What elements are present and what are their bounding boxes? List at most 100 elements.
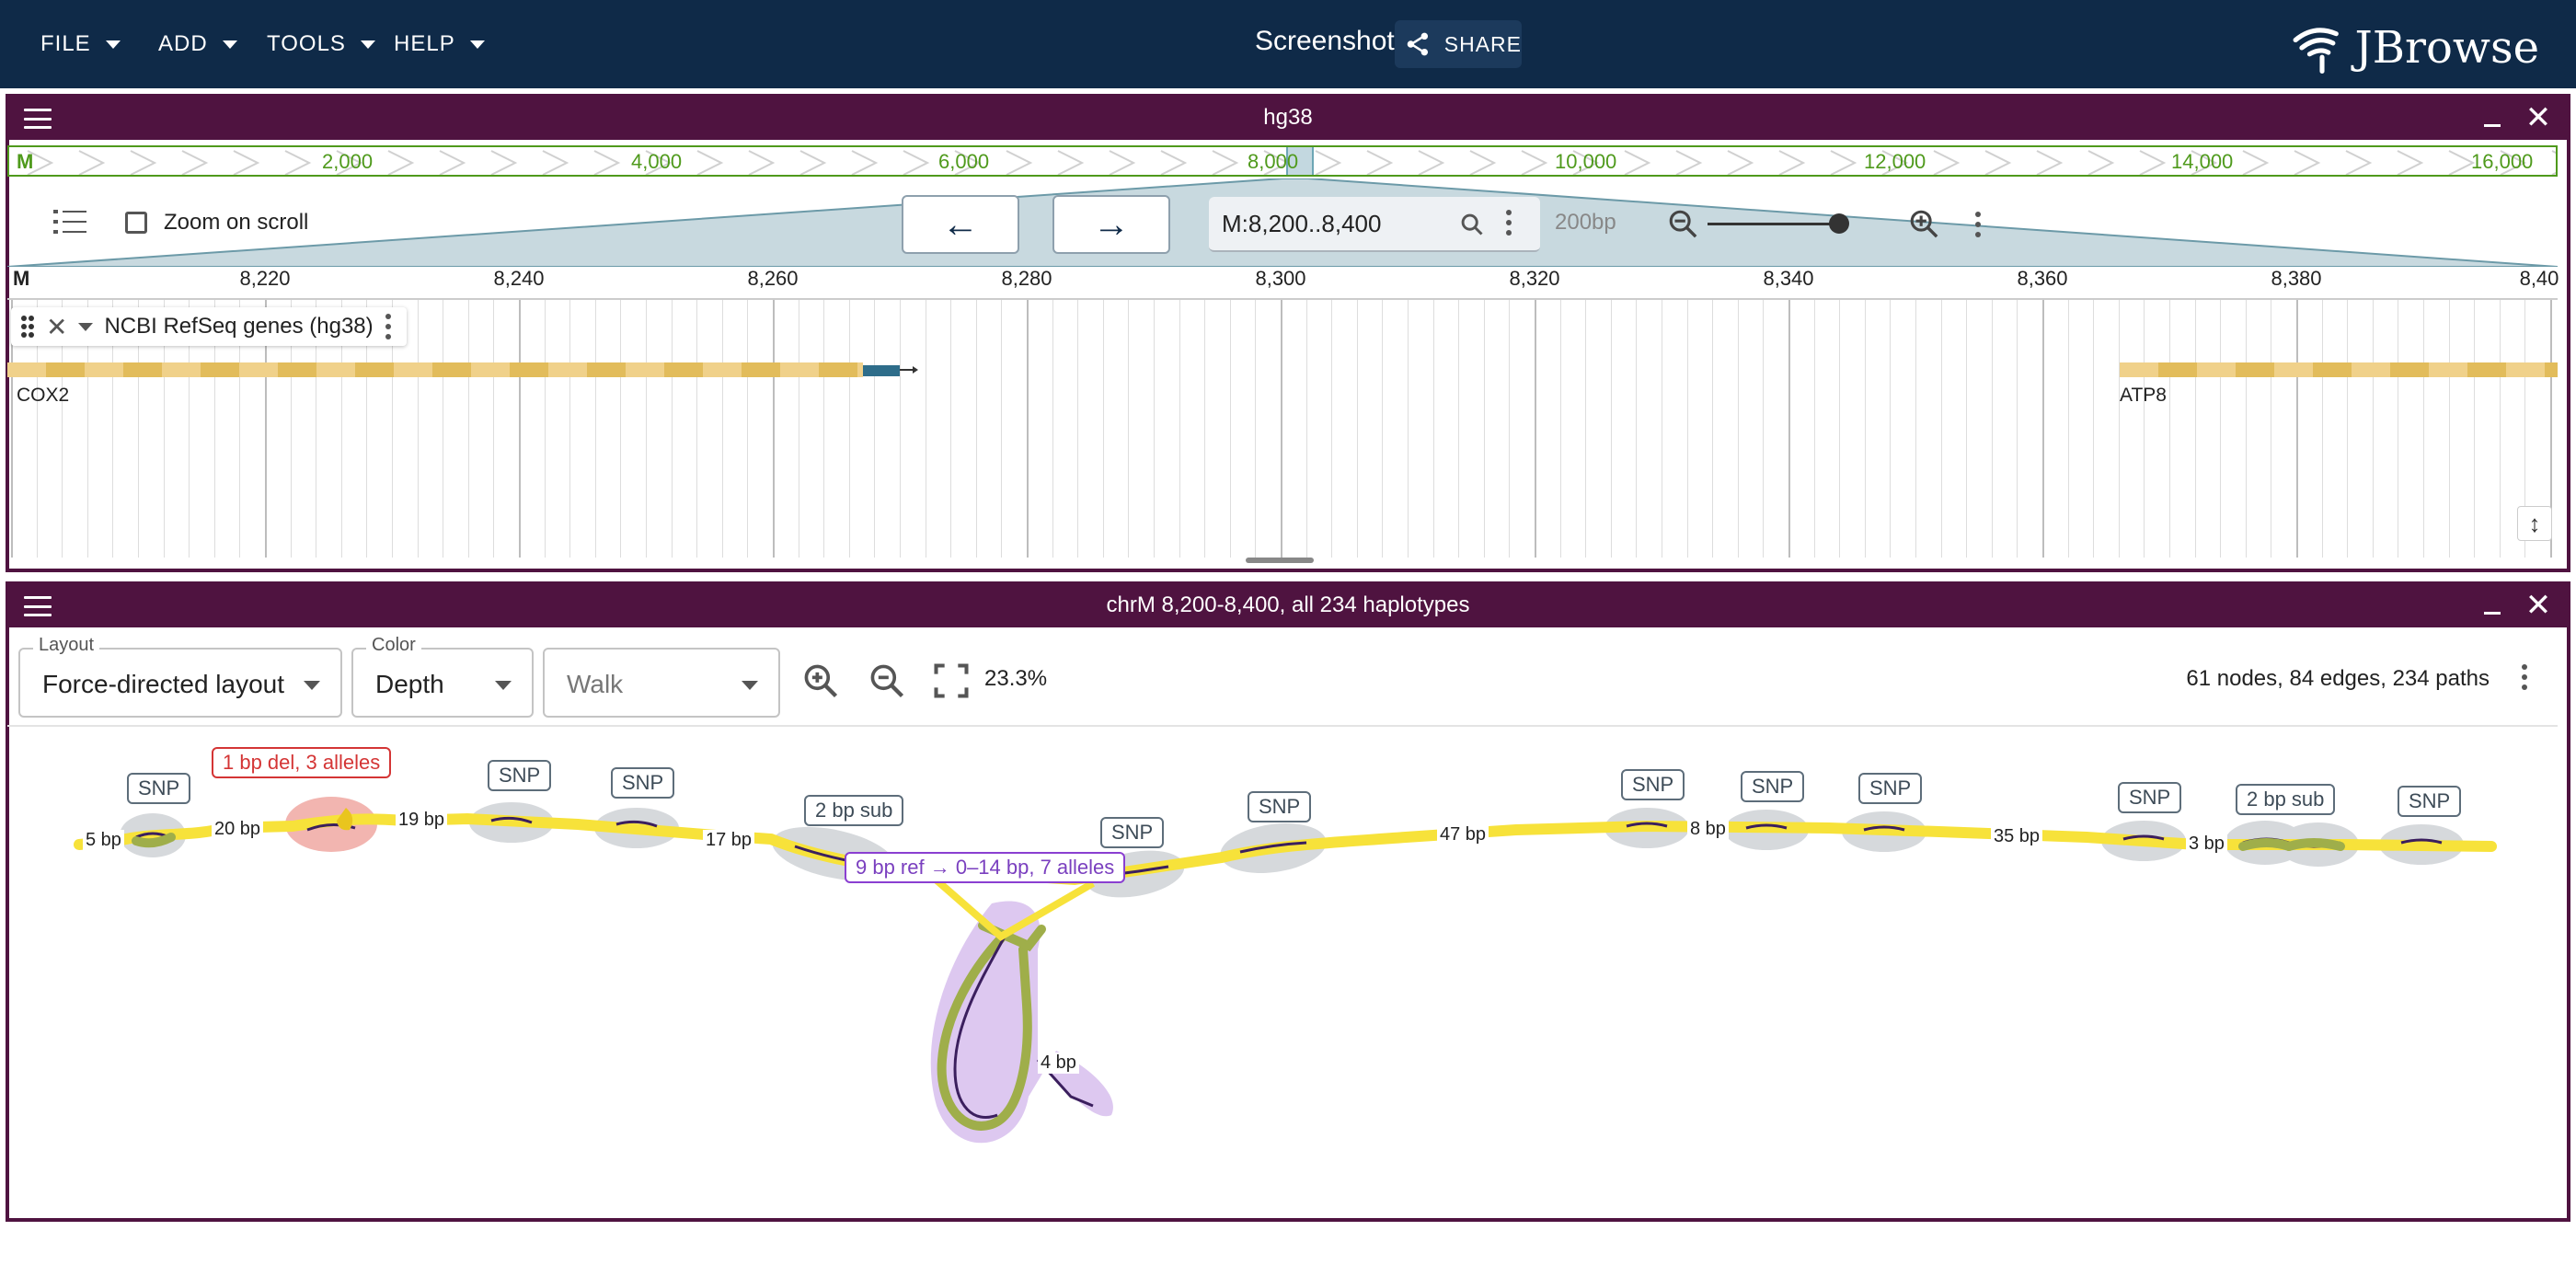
- ruler[interactable]: M 8,220 8,240 8,260 8,280 8,300 8,320 8,…: [7, 267, 2559, 300]
- snp-annotation[interactable]: SNP: [488, 760, 552, 791]
- logo-text: JBrowse: [2354, 22, 2539, 74]
- track-selector-icon[interactable]: [53, 208, 86, 236]
- grid-line: [1636, 300, 1637, 558]
- arrow-left-icon: ←: [942, 203, 979, 245]
- chevron-down-icon: [360, 40, 375, 49]
- zoom-slider-thumb[interactable]: [1829, 213, 1849, 234]
- session-title[interactable]: Screenshot: [1255, 26, 1395, 57]
- more-vert-icon[interactable]: [1505, 210, 1512, 236]
- view-title: hg38: [1263, 105, 1313, 130]
- drag-handle-icon[interactable]: [20, 315, 35, 339]
- add-menu[interactable]: ADD: [158, 26, 237, 63]
- grid-line: [2144, 300, 2145, 558]
- snp-annotation[interactable]: SNP: [2398, 786, 2462, 817]
- zoom-slider-track[interactable]: [1708, 223, 1847, 225]
- insertion-halo: [930, 901, 1113, 1144]
- search-icon[interactable]: [1459, 212, 1485, 237]
- view-header: chrM 8,200-8,400, all 234 haplotypes ✕: [9, 585, 2567, 627]
- more-vert-icon[interactable]: [2521, 664, 2528, 690]
- overview-label: 2,000: [322, 150, 374, 173]
- overview-scalebar[interactable]: M 2,000 4,000 6,000 8,000 10,000 12,000 …: [7, 145, 2558, 177]
- close-icon[interactable]: ✕: [46, 312, 67, 342]
- grid-line: [2068, 300, 2069, 558]
- tools-menu-label: TOOLS: [267, 31, 346, 56]
- gene-feature-cox2[interactable]: [7, 362, 918, 377]
- grid-line: [823, 300, 824, 558]
- close-icon[interactable]: ✕: [2524, 102, 2552, 133]
- minimize-icon[interactable]: [2478, 105, 2506, 132]
- color-legend: Color: [366, 635, 421, 656]
- fit-screen-icon[interactable]: [931, 661, 972, 701]
- zoom-in-icon[interactable]: [800, 661, 841, 701]
- grid-line: [747, 300, 748, 558]
- zoom-out-icon[interactable]: [1667, 208, 1698, 239]
- help-menu[interactable]: HELP: [394, 26, 485, 63]
- grid-line: [2119, 300, 2120, 558]
- tools-menu[interactable]: TOOLS: [267, 26, 375, 63]
- chevron-down-icon[interactable]: [78, 322, 94, 331]
- minimize-icon[interactable]: [2478, 592, 2506, 620]
- overview-label: 14,000: [2171, 150, 2234, 173]
- snp-annotation[interactable]: SNP: [2118, 782, 2182, 813]
- grid-line: [1408, 300, 1409, 558]
- snp-annotation[interactable]: SNP: [1741, 771, 1805, 802]
- snp-annotation[interactable]: SNP: [1100, 817, 1165, 848]
- pan-right-button[interactable]: →: [1052, 195, 1170, 254]
- color-select[interactable]: Color Depth: [351, 635, 534, 718]
- grid-line: [1281, 300, 1282, 558]
- view-resize-handle[interactable]: [1246, 558, 1314, 563]
- edge-length-label: 17 bp: [703, 830, 755, 851]
- grid-line: [1027, 300, 1029, 558]
- grid-line: [493, 300, 494, 558]
- snp-annotation[interactable]: SNP: [1248, 791, 1312, 822]
- edge-length-label: 19 bp: [396, 810, 448, 831]
- grid-line: [2373, 300, 2374, 558]
- zoom-in-icon[interactable]: [1908, 208, 1939, 239]
- insertion-annotation[interactable]: 9 bp ref → 0–14 bp, 7 alleles: [845, 852, 1126, 883]
- gene-feature-atp8[interactable]: [2120, 362, 2558, 377]
- more-vert-icon[interactable]: [385, 314, 392, 339]
- grid-line: [1458, 300, 1459, 558]
- close-icon[interactable]: ✕: [2524, 590, 2552, 621]
- ruler-label: 8,220: [239, 267, 291, 290]
- gene-track[interactable]: ✕ NCBI RefSeq genes (hg38) COX2 ATP8 ↕: [7, 300, 2558, 558]
- walk-select[interactable]: Walk: [543, 648, 780, 718]
- grid-line: [773, 300, 775, 558]
- grid-line: [976, 300, 977, 558]
- grid-line: [2322, 300, 2323, 558]
- chevron-down-icon: [495, 681, 512, 690]
- substitution-annotation[interactable]: 2 bp sub: [804, 795, 904, 826]
- jbrowse-logo: JBrowse: [2291, 18, 2539, 77]
- ruler-label: 8,240: [493, 267, 545, 290]
- deletion-annotation[interactable]: 1 bp del, 3 alleles: [212, 747, 392, 778]
- ruler-label: 8,340: [1763, 267, 1814, 290]
- overview-label: 12,000: [1864, 150, 1926, 173]
- share-button[interactable]: SHARE: [1395, 20, 1522, 68]
- snp-annotation[interactable]: SNP: [127, 773, 191, 804]
- ruler-label: 8,380: [2271, 267, 2322, 290]
- grid-line: [1839, 300, 1840, 558]
- zoom-percent: 23.3%: [984, 666, 1048, 691]
- zoom-out-icon[interactable]: [867, 661, 907, 701]
- ruler-label: 8,260: [747, 267, 799, 290]
- location-search-input[interactable]: M:8,200..8,400: [1209, 197, 1540, 252]
- snp-annotation[interactable]: SNP: [611, 767, 675, 799]
- snp-annotation[interactable]: SNP: [1858, 773, 1923, 804]
- layout-legend: Layout: [33, 635, 100, 656]
- graph-canvas[interactable]: SNP 1 bp del, 3 alleles SNP SNP 2 bp sub…: [7, 729, 2558, 1213]
- pan-left-button[interactable]: ←: [902, 195, 1019, 254]
- chevron-down-icon: [742, 681, 758, 690]
- ruler-refname: M: [13, 267, 30, 290]
- more-vert-icon[interactable]: [1974, 212, 1982, 237]
- substitution-annotation[interactable]: 2 bp sub: [2236, 784, 2336, 815]
- walk-placeholder: Walk: [567, 670, 624, 698]
- logo-icon: [2293, 28, 2339, 75]
- edge-length-label: 5 bp: [83, 830, 124, 851]
- snp-annotation[interactable]: SNP: [1621, 769, 1685, 800]
- grid-line: [2296, 300, 2298, 558]
- ruler-label: 8,360: [2017, 267, 2068, 290]
- height-resize-icon[interactable]: ↕: [2517, 506, 2552, 541]
- zoom-on-scroll-checkbox[interactable]: [125, 212, 147, 234]
- file-menu[interactable]: FILE: [40, 26, 121, 63]
- layout-select[interactable]: Layout Force-directed layout: [18, 635, 342, 718]
